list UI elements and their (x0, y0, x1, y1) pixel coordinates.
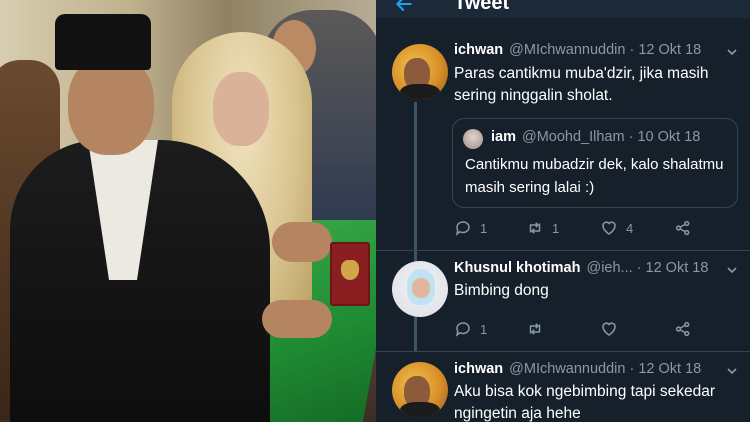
photo-hand (262, 300, 332, 338)
user-handle[interactable]: @MIchwannuddin (509, 361, 625, 377)
reply-button[interactable]: 1 (454, 319, 487, 339)
tweet-actions: 1 1 4 (454, 218, 714, 238)
photo-bride-face (213, 72, 269, 146)
chevron-down-icon[interactable] (726, 264, 738, 276)
chevron-down-icon[interactable] (726, 365, 738, 377)
like-button[interactable] (600, 319, 626, 339)
user-handle[interactable]: @MIchwannuddin (509, 42, 625, 58)
photo-peci-cap (55, 14, 151, 70)
tweet-date: · 10 Okt 18 (628, 129, 701, 145)
tweet-date: · 12 Okt 18 (629, 361, 702, 377)
quoted-tweet[interactable]: iam @Moohd_Ilham · 10 Okt 18 Cantikmu mub… (452, 118, 738, 208)
user-handle[interactable]: @ieh... (586, 260, 632, 276)
share-button[interactable] (674, 319, 692, 339)
tweet-header: Khusnul khotimah @ieh... · 12 Okt 18 (454, 260, 708, 276)
like-count: 4 (626, 220, 634, 236)
tweet-actions: 1 (454, 319, 714, 339)
tweet[interactable]: Khusnul khotimah @ieh... · 12 Okt 18 Bimb… (376, 251, 750, 351)
heart-icon (602, 221, 616, 235)
reply-count: 1 (480, 321, 488, 337)
display-name[interactable]: Khusnul khotimah (454, 260, 580, 276)
reply-icon (455, 322, 470, 337)
tweet-text: Aku bisa kok ngebimbing tapi sekedar ngi… (454, 383, 716, 422)
tweet-text: Bimbing dong (454, 282, 549, 299)
retweet-button[interactable]: 1 (526, 218, 559, 238)
avatar[interactable] (392, 44, 448, 100)
user-handle: @Moohd_Ilham (522, 129, 625, 145)
tweet[interactable]: ichwan @MIchwannuddin · 12 Okt 18 Paras c… (376, 0, 750, 250)
avatar (463, 129, 483, 149)
avatar[interactable] (392, 261, 448, 317)
quoted-tweet-text: Cantikmu mubadzir dek, kalo shalatmu mas… (465, 156, 724, 196)
reply-icon (455, 221, 470, 236)
screenshot-composite: Tweet ichwan @MIchwannuddin · 12 Okt 18 P… (0, 0, 750, 422)
share-icon (675, 321, 690, 337)
retweet-icon (529, 323, 541, 335)
like-button[interactable]: 4 (600, 218, 633, 238)
retweet-button[interactable] (526, 319, 552, 339)
chevron-down-icon[interactable] (726, 46, 738, 58)
tweet-header: ichwan @MIchwannuddin · 12 Okt 18 (454, 42, 701, 58)
heart-icon (602, 322, 616, 336)
share-button[interactable] (674, 218, 692, 238)
photo-groom-face (68, 55, 154, 155)
wedding-photo (0, 0, 376, 422)
quoted-tweet-header: iam @Moohd_Ilham · 10 Okt 18 (491, 129, 700, 145)
display-name[interactable]: ichwan (454, 361, 503, 377)
tweet-text: Paras cantikmu muba'dzir, jika masih ser… (454, 65, 709, 104)
display-name[interactable]: ichwan (454, 42, 503, 58)
reply-button[interactable]: 1 (454, 218, 487, 238)
retweet-count: 1 (552, 220, 560, 236)
retweet-icon (529, 222, 541, 234)
tweet-header: ichwan @MIchwannuddin · 12 Okt 18 (454, 361, 701, 377)
tweet-date: · 12 Okt 18 (629, 42, 702, 58)
reply-count: 1 (480, 220, 488, 236)
twitter-thread-panel: Tweet ichwan @MIchwannuddin · 12 Okt 18 P… (376, 0, 750, 422)
tweet[interactable]: ichwan @MIchwannuddin · 12 Okt 18 Aku bis… (376, 352, 750, 422)
photo-hand (272, 222, 332, 262)
avatar[interactable] (392, 362, 448, 418)
share-icon (675, 220, 690, 236)
tweet-date: · 12 Okt 18 (636, 260, 709, 276)
photo-book-emblem (341, 260, 359, 280)
display-name: iam (491, 129, 516, 145)
